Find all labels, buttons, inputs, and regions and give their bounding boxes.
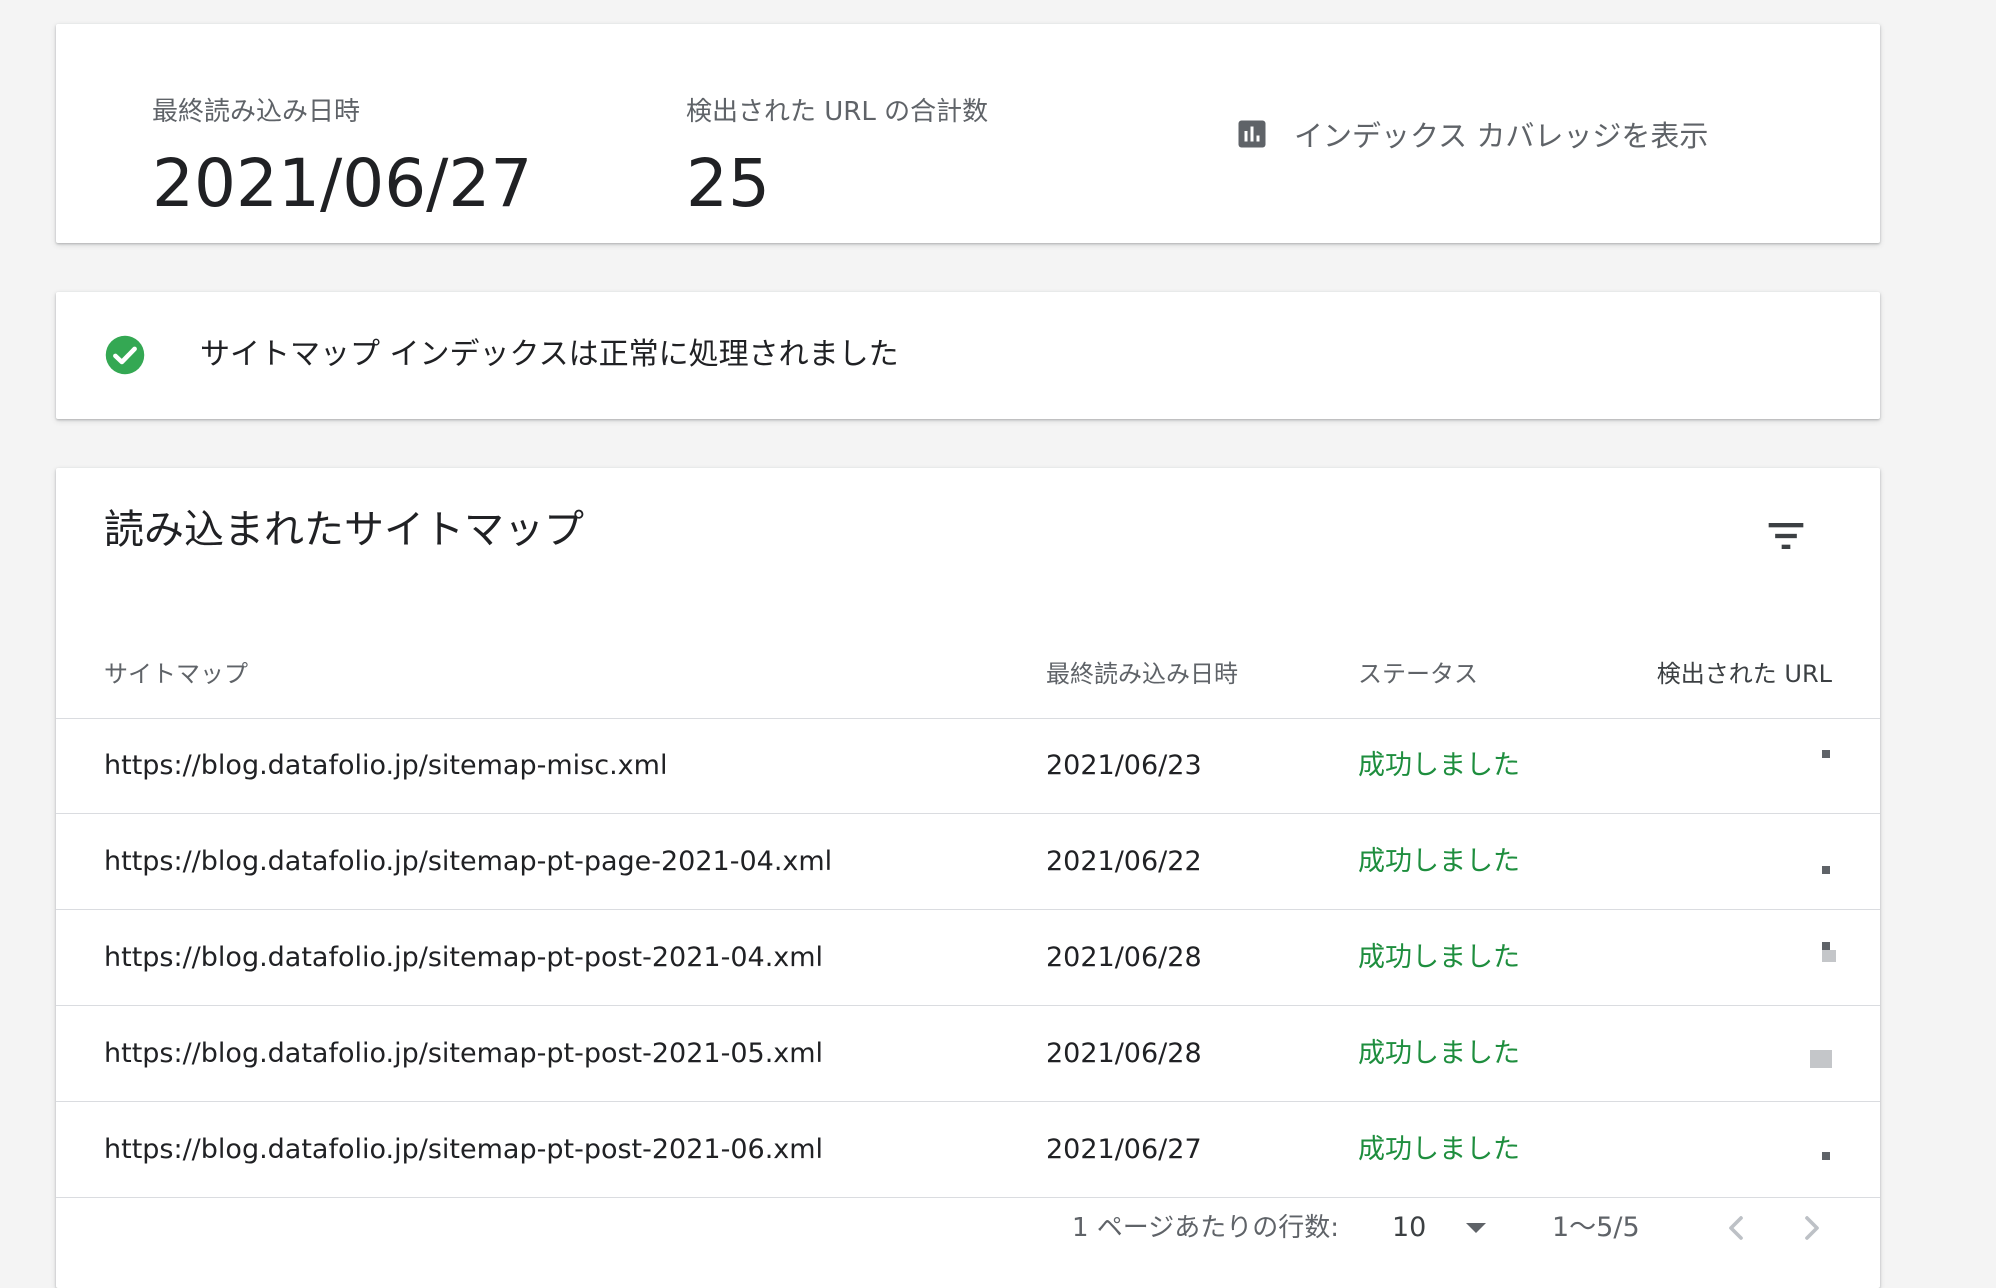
status-card: サイトマップ インデックスは正常に処理されました [56,292,1880,419]
table-header: サイトマップ 最終読み込み日時 ステータス 検出された URL [56,628,1880,719]
table-row[interactable]: https://blog.datafolio.jp/sitemap-pt-pos… [56,910,1880,1006]
bar-chart-icon [1238,120,1266,148]
table-row[interactable]: https://blog.datafolio.jp/sitemap-pt-pag… [56,814,1880,910]
last-read-date: 2021/06/27 [1046,1134,1202,1165]
index-coverage-label: インデックス カバレッジを表示 [1294,119,1709,153]
table-row[interactable]: https://blog.datafolio.jp/sitemap-misc.x… [56,718,1880,814]
index-coverage-link[interactable]: インデックス カバレッジを表示 [1234,114,1708,154]
status-message: サイトマップ インデックスは正常に処理されました [200,337,899,372]
sitemap-url: https://blog.datafolio.jp/sitemap-pt-pos… [104,1038,824,1069]
sitemaps-table-card: 読み込まれたサイトマップ サイトマップ 最終読み込み日時 ステータス 検出された… [56,468,1880,1288]
sitemap-url: https://blog.datafolio.jp/sitemap-pt-pos… [104,1134,824,1165]
discovered-urls-label: 検出された URL の合計数 [686,97,989,127]
pagination: 1 ページあたりの行数: 10 1〜5/5 [56,1208,1880,1268]
last-read-date: 2021/06/28 [1046,942,1202,973]
check-circle-icon [105,335,145,375]
column-header-last-read[interactable]: 最終読み込み日時 [1046,658,1238,690]
discovered-count-redacted [1802,1134,1830,1166]
discovered-urls-stat: 検出された URL の合計数 25 [686,96,988,224]
status-text: 成功しました [1358,1038,1520,1069]
caret-down-icon[interactable] [1456,1208,1496,1248]
filter-icon[interactable] [1760,510,1812,562]
last-read-date: 2021/06/28 [1046,1038,1202,1069]
last-read-date: 2021/06/23 [1046,750,1202,781]
sitemap-url: https://blog.datafolio.jp/sitemap-pt-pag… [104,846,833,877]
last-read-label: 最終読み込み日時 [152,97,361,127]
column-header-sitemap[interactable]: サイトマップ [104,658,248,690]
column-header-status[interactable]: ステータス [1358,658,1478,690]
pagination-range: 1〜5/5 [1552,1212,1640,1243]
discovered-urls-value: 25 [686,145,770,222]
last-read-value: 2021/06/27 [152,145,533,222]
sitemap-url: https://blog.datafolio.jp/sitemap-pt-pos… [104,942,824,973]
last-read-date: 2021/06/22 [1046,846,1202,877]
last-read-stat: 最終読み込み日時 2021/06/27 [152,96,532,224]
table-title: 読み込まれたサイトマップ [104,507,584,553]
discovered-count-redacted [1802,1038,1832,1070]
status-text: 成功しました [1358,846,1520,877]
discovered-count-redacted [1802,846,1830,878]
table-row[interactable]: https://blog.datafolio.jp/sitemap-pt-pos… [56,1006,1880,1102]
discovered-count-redacted [1802,942,1836,974]
column-header-discovered-urls[interactable]: 検出された URL [1657,658,1832,690]
status-text: 成功しました [1358,750,1520,781]
status-text: 成功しました [1358,1134,1520,1165]
chevron-right-icon[interactable] [1792,1208,1832,1248]
sitemap-url: https://blog.datafolio.jp/sitemap-misc.x… [104,750,668,781]
rows-per-page-label: 1 ページあたりの行数: [1072,1213,1340,1243]
rows-per-page-select[interactable]: 10 [1392,1208,1426,1248]
table-row[interactable]: https://blog.datafolio.jp/sitemap-pt-pos… [56,1102,1880,1198]
chevron-left-icon[interactable] [1716,1208,1756,1248]
status-text: 成功しました [1358,942,1520,973]
discovered-count-redacted [1802,750,1830,782]
summary-card: 最終読み込み日時 2021/06/27 検出された URL の合計数 25 イン… [56,24,1880,243]
